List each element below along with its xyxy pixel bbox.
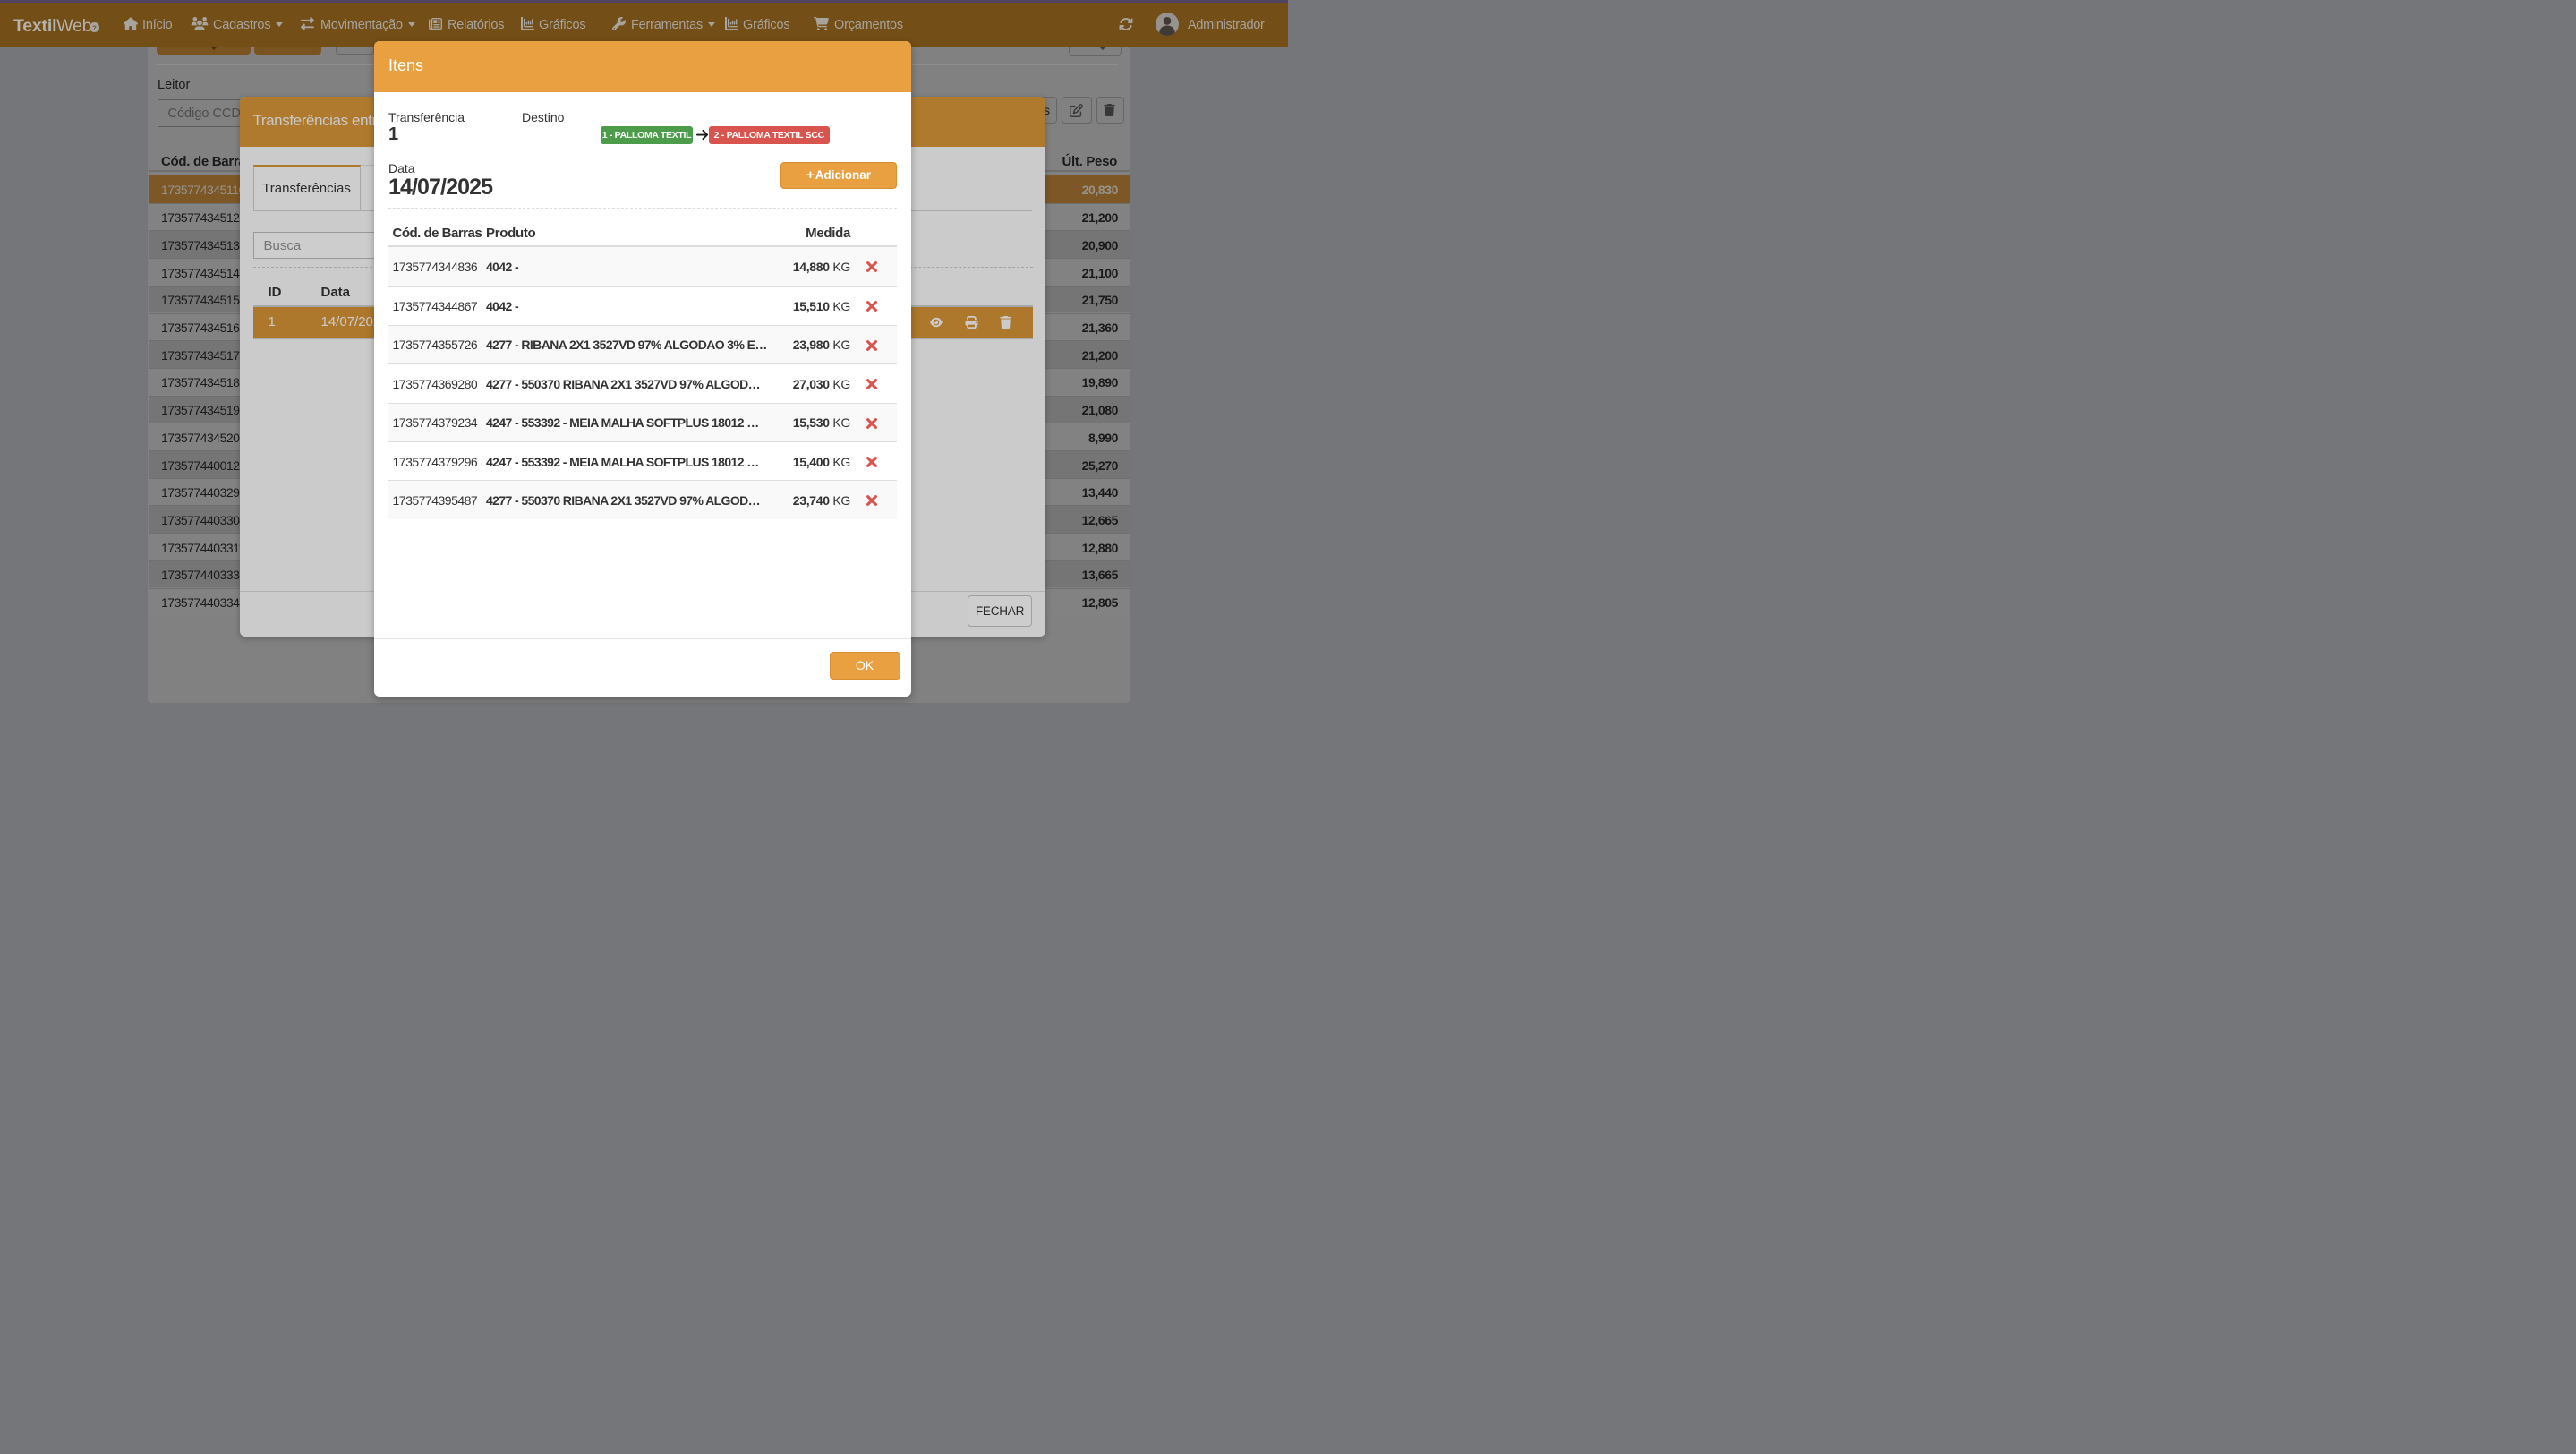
svg-text:?: ? bbox=[92, 23, 97, 31]
